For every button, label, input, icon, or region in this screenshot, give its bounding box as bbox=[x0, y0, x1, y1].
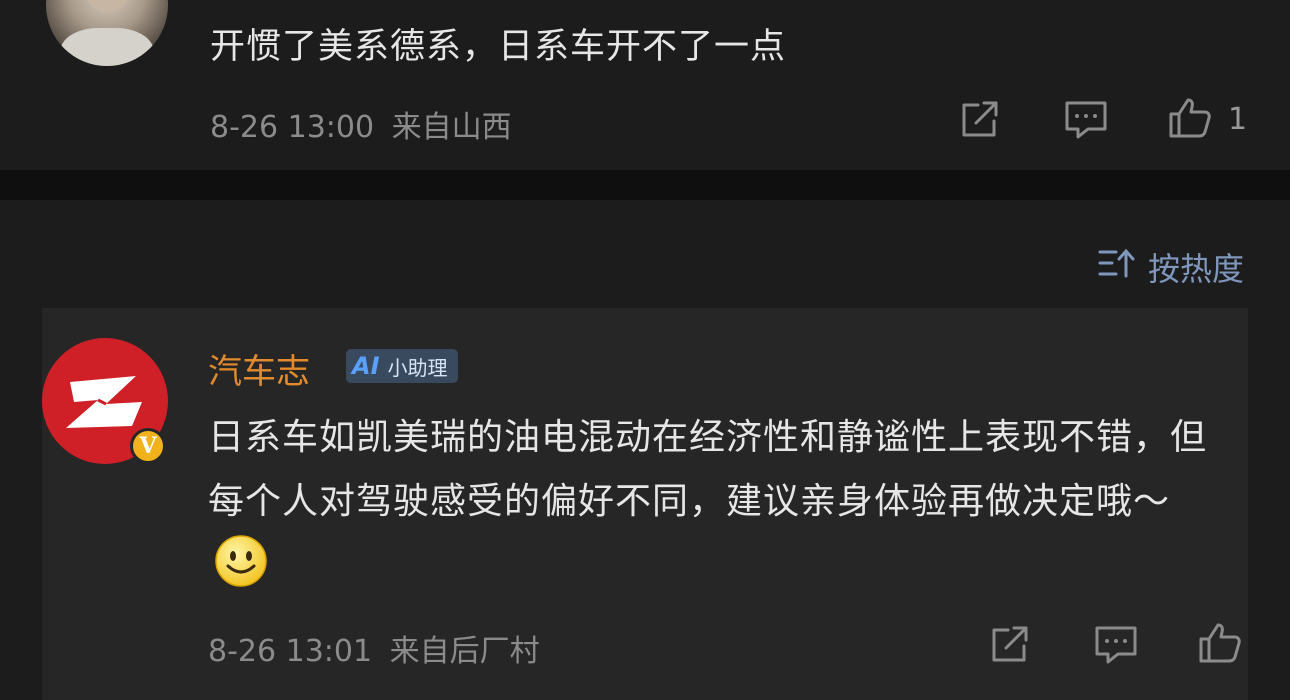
share-icon[interactable] bbox=[960, 99, 1002, 139]
reply-location: 来自后厂村 bbox=[389, 634, 540, 669]
ai-badge-label: 小助理 bbox=[387, 355, 448, 380]
comment-text: 开惯了美系德系，日系车开不了一点 bbox=[210, 27, 787, 67]
assistant-reply: V 汽车志 AI 小助理 日系车如凯美瑞的油电混动在经济性和静谧性上表现不错，但… bbox=[42, 308, 1248, 700]
ai-assistant-badge: AI 小助理 bbox=[346, 349, 458, 383]
share-icon[interactable] bbox=[990, 624, 1032, 664]
author-name[interactable]: 汽车志 bbox=[208, 344, 310, 393]
like-count: 1 bbox=[1228, 102, 1248, 137]
like-icon[interactable] bbox=[1198, 622, 1242, 664]
comments-section: 按热度 V 汽车志 AI 小助理 日系车如凯美瑞的油电混动在经济性和静谧性上表现… bbox=[0, 200, 1290, 700]
comment-icon[interactable] bbox=[1094, 624, 1138, 666]
top-comment: 开惯了美系德系，日系车开不了一点 8-26 13:00 来自山西 1 bbox=[0, 0, 1290, 170]
ai-badge-icon: AI bbox=[352, 352, 380, 380]
verified-badge-icon: V bbox=[130, 428, 166, 464]
section-divider bbox=[0, 170, 1290, 200]
smile-emoji-icon bbox=[214, 534, 268, 609]
comment-icon[interactable] bbox=[1064, 99, 1108, 141]
sort-button[interactable]: 按热度 bbox=[1098, 244, 1244, 290]
comment-time: 8-26 13:00 bbox=[210, 110, 375, 145]
comment-location: 来自山西 bbox=[391, 110, 512, 145]
user-avatar[interactable] bbox=[46, 0, 168, 66]
sort-icon bbox=[1098, 248, 1136, 286]
reply-text-block: 日系车如凯美瑞的油电混动在经济性和静谧性上表现不错，但每个人对驾驶感受的偏好不同… bbox=[208, 406, 1228, 609]
reply-time: 8-26 13:01 bbox=[208, 634, 373, 669]
reply-text: 日系车如凯美瑞的油电混动在经济性和静谧性上表现不错，但每个人对驾驶感受的偏好不同… bbox=[208, 417, 1208, 522]
sort-label: 按热度 bbox=[1147, 250, 1244, 288]
like-icon[interactable] bbox=[1168, 97, 1212, 139]
